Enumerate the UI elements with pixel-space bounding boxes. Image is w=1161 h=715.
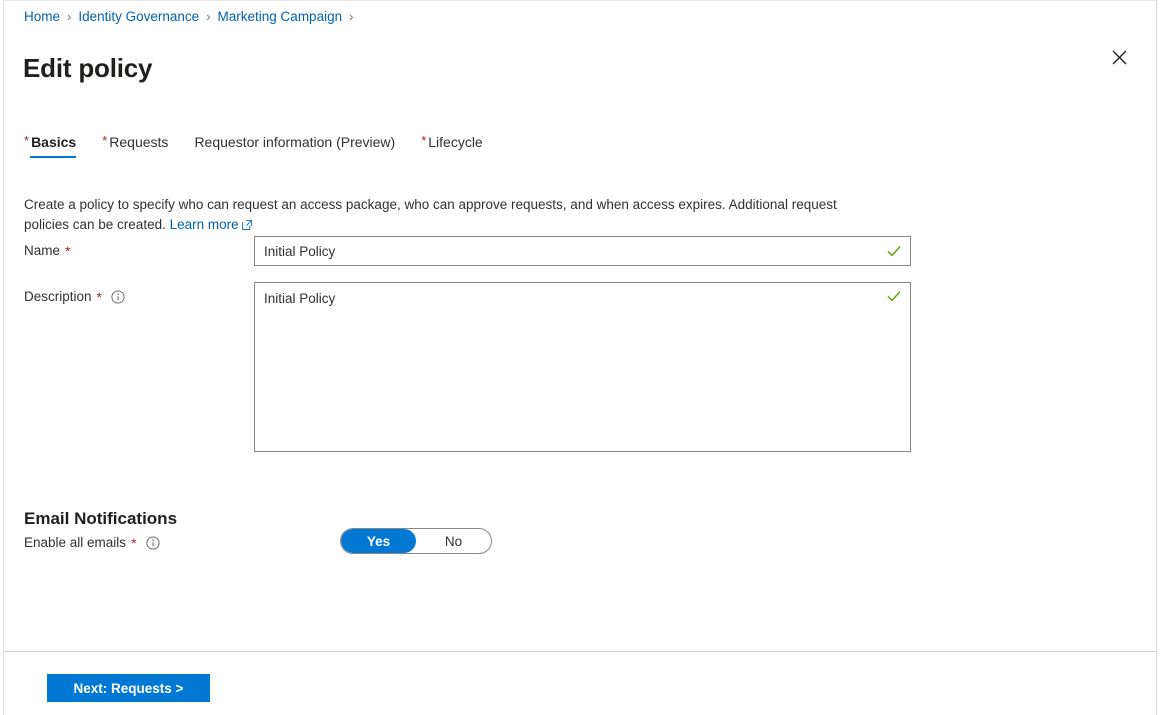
breadcrumb-item-identity-governance[interactable]: Identity Governance	[78, 8, 199, 26]
blade-top-border	[3, 0, 1157, 1]
breadcrumb-separator-icon: ›	[349, 9, 354, 24]
toggle-option-no[interactable]: No	[416, 529, 491, 553]
learn-more-link[interactable]: Learn more	[170, 217, 252, 232]
name-required-star: *	[65, 242, 71, 259]
close-button[interactable]	[1103, 41, 1135, 73]
page-title: Edit policy	[23, 53, 153, 84]
blade-left-border	[3, 0, 4, 715]
enable-all-emails-label-text: Enable all emails	[24, 535, 127, 550]
tab-basics[interactable]: * Basics	[24, 133, 77, 158]
tab-basics-label: Basics	[31, 134, 77, 150]
next-requests-button[interactable]: Next: Requests >	[47, 674, 210, 702]
name-field-label: Name *	[24, 243, 70, 258]
info-icon[interactable]	[145, 535, 160, 550]
tab-required-star: *	[24, 133, 30, 148]
tab-required-star: *	[421, 133, 427, 148]
tab-bar: * Basics * Requests Requestor information …	[24, 134, 509, 164]
intro-text: Create a policy to specify who can reque…	[24, 195, 860, 236]
description-required-star: *	[96, 288, 102, 305]
blade-right-border	[1156, 0, 1157, 715]
enable-all-emails-label: Enable all emails *	[24, 535, 160, 550]
learn-more-label: Learn more	[169, 216, 239, 232]
breadcrumb-item-marketing-campaign[interactable]: Marketing Campaign	[218, 8, 343, 26]
email-notifications-heading: Email Notifications	[24, 509, 178, 529]
description-label-text: Description	[24, 289, 92, 304]
enable-all-emails-required-star: *	[131, 534, 137, 551]
close-icon	[1112, 50, 1127, 65]
toggle-option-yes[interactable]: Yes	[341, 529, 416, 553]
description-textarea[interactable]	[254, 282, 911, 452]
breadcrumb-separator-icon: ›	[67, 9, 72, 24]
tab-requests-label: Requests	[109, 134, 169, 150]
breadcrumb-item-home[interactable]: Home	[24, 8, 60, 26]
edit-policy-blade: Home › Identity Governance › Marketing C…	[0, 0, 1161, 715]
tab-requestor-information[interactable]: Requestor information (Preview)	[194, 134, 395, 158]
tab-lifecycle-label: Lifecycle	[428, 134, 483, 150]
intro-description: Create a policy to specify who can reque…	[24, 196, 837, 232]
tab-requests[interactable]: * Requests	[102, 134, 168, 158]
info-icon[interactable]	[111, 289, 125, 304]
tab-requestor-information-label: Requestor information (Preview)	[194, 134, 396, 150]
footer-divider	[4, 651, 1156, 652]
tab-lifecycle[interactable]: * Lifecycle	[421, 134, 483, 158]
breadcrumb-separator-icon: ›	[206, 9, 211, 24]
breadcrumb: Home › Identity Governance › Marketing C…	[24, 8, 360, 26]
name-label-text: Name	[24, 243, 61, 258]
enable-all-emails-toggle[interactable]: Yes No	[340, 528, 492, 554]
external-link-icon	[241, 216, 252, 236]
tab-required-star: *	[102, 133, 108, 148]
name-input[interactable]	[254, 236, 911, 266]
description-field-label: Description *	[24, 289, 125, 304]
